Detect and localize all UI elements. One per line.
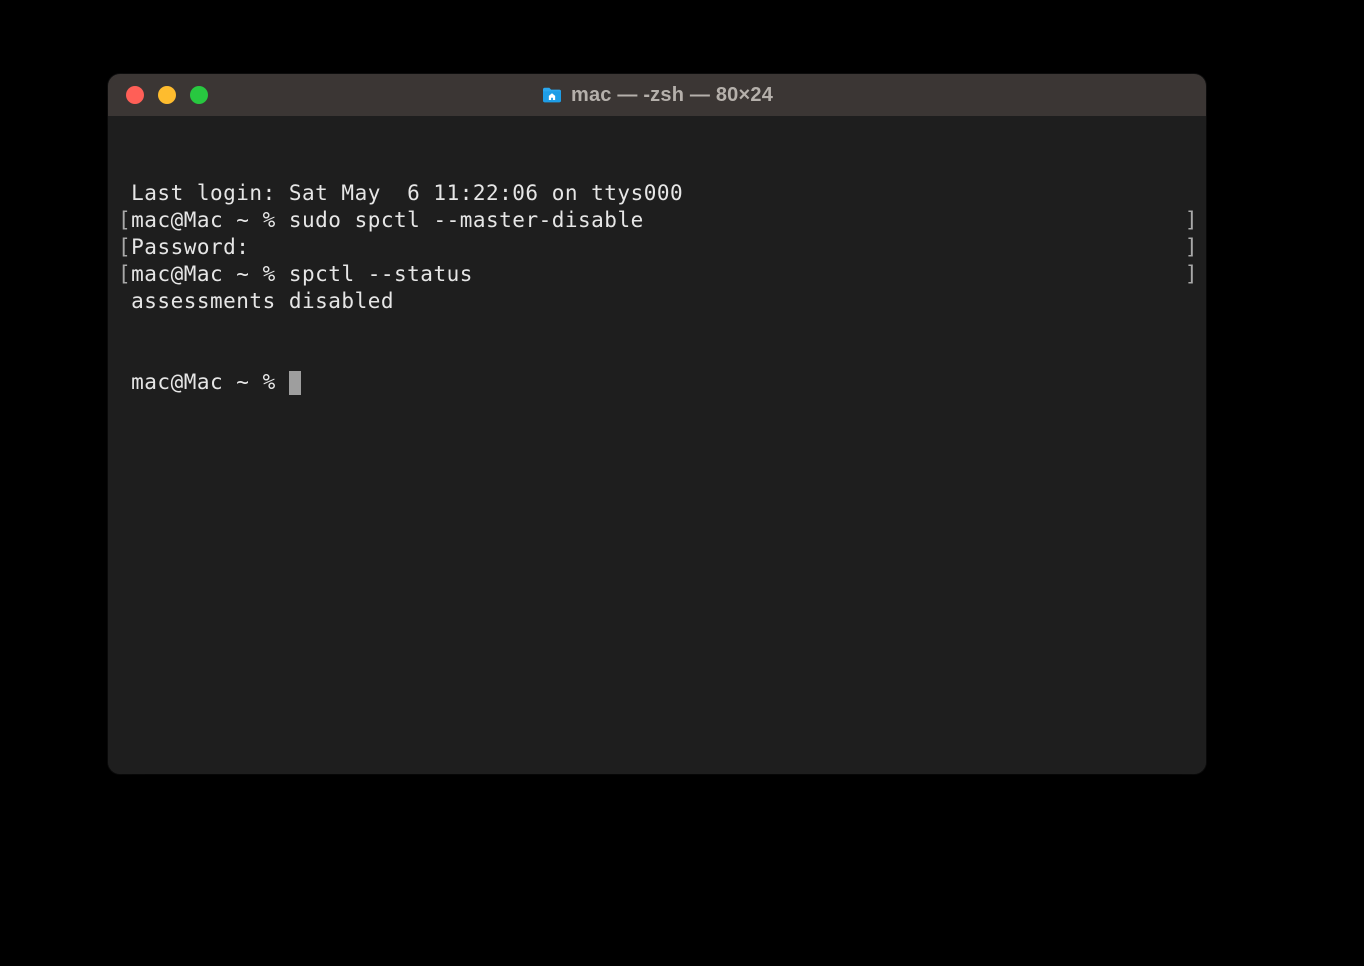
maximize-button[interactable] [190, 86, 208, 104]
terminal-line: Last login: Sat May 6 11:22:06 on ttys00… [118, 180, 1198, 207]
terminal-line: assessments disabled [118, 288, 1198, 315]
close-button[interactable] [126, 86, 144, 104]
cursor [289, 371, 301, 395]
terminal-line: [mac@Mac ~ % spctl --status] [118, 261, 1198, 288]
terminal-line: [mac@Mac ~ % sudo spctl --master-disable… [118, 207, 1198, 234]
terminal-body[interactable]: Last login: Sat May 6 11:22:06 on ttys00… [108, 116, 1206, 774]
line-bracket-right: ] [1185, 261, 1198, 288]
terminal-prompt-line[interactable]: mac@Mac ~ % [118, 369, 1198, 396]
line-bracket-left: [ [118, 207, 131, 234]
terminal-prompt: mac@Mac ~ % [118, 370, 289, 394]
window-title-container: mac — -zsh — 80×24 [108, 84, 1206, 107]
line-bracket-right: ] [1185, 234, 1198, 261]
terminal-window[interactable]: mac — -zsh — 80×24 Last login: Sat May 6… [108, 74, 1206, 774]
home-folder-icon [541, 86, 563, 104]
terminal-line-text: Last login: Sat May 6 11:22:06 on ttys00… [118, 180, 1198, 207]
line-bracket-right: ] [1185, 207, 1198, 234]
terminal-line-text: mac@Mac ~ % sudo spctl --master-disable [131, 207, 1198, 234]
terminal-line: [Password:] [118, 234, 1198, 261]
terminal-line-text: Password: [131, 234, 1198, 261]
terminal-output: Last login: Sat May 6 11:22:06 on ttys00… [118, 180, 1198, 315]
terminal-line-text: mac@Mac ~ % spctl --status [131, 261, 1198, 288]
terminal-line-text: assessments disabled [118, 288, 1198, 315]
window-title: mac — -zsh — 80×24 [571, 84, 773, 107]
minimize-button[interactable] [158, 86, 176, 104]
traffic-lights [108, 86, 208, 104]
titlebar[interactable]: mac — -zsh — 80×24 [108, 74, 1206, 116]
line-bracket-left: [ [118, 234, 131, 261]
line-bracket-left: [ [118, 261, 131, 288]
